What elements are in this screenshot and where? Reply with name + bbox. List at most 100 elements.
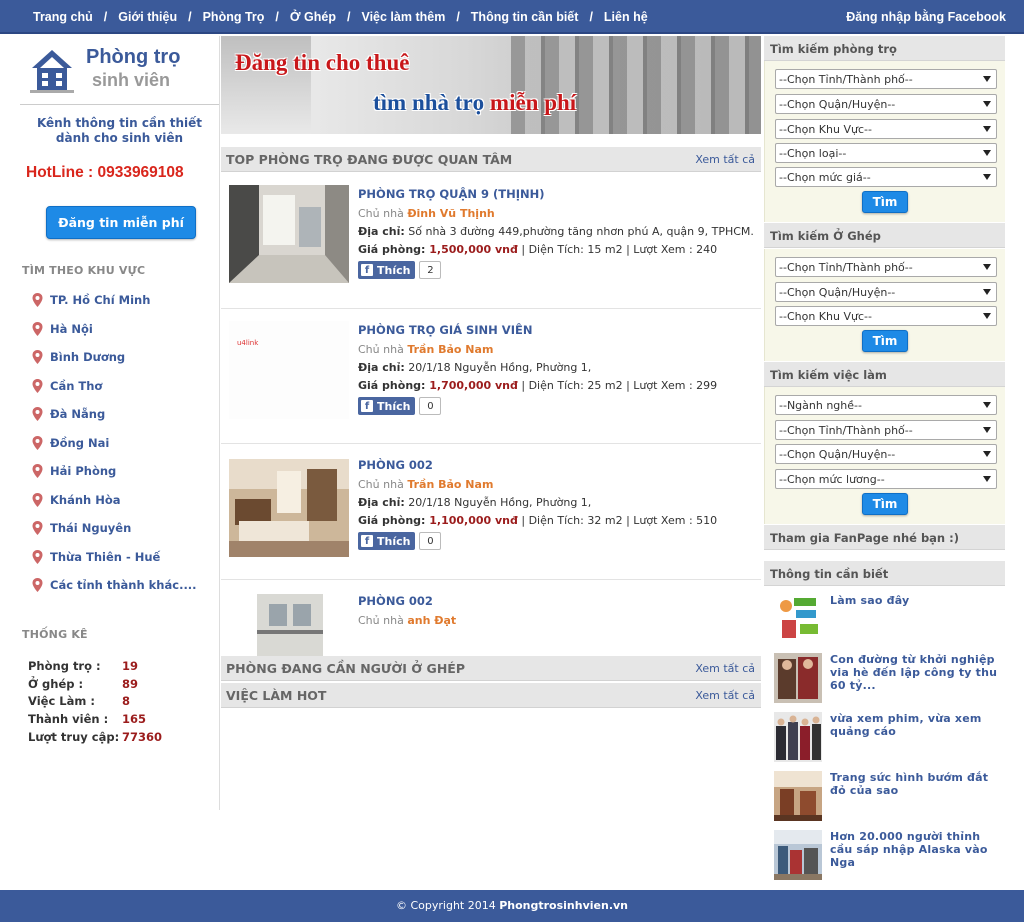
nav-item-roommates[interactable]: Ở Ghép bbox=[279, 10, 347, 24]
tagline-line2: dành cho sinh viên bbox=[55, 131, 184, 145]
address-label: Địa chỉ: bbox=[358, 495, 405, 509]
facebook-icon: f bbox=[361, 535, 373, 548]
news-item[interactable]: vừa xem phim, vừa xem quảng cáo bbox=[774, 712, 999, 764]
province-select[interactable]: --Chọn Tỉnh/Thành phố-- bbox=[775, 420, 997, 440]
news-item[interactable]: Trang sức hình bướm đắt đỏ của sao bbox=[774, 771, 999, 823]
area-list: TP. Hồ Chí Minh Hà Nội Bình Dương Cần Th… bbox=[32, 286, 197, 600]
room-photo bbox=[229, 185, 349, 283]
district-select[interactable]: --Chọn Quận/Huyện-- bbox=[775, 94, 997, 114]
listing-thumbnail[interactable] bbox=[229, 594, 349, 656]
listing-info: PHÒNG TRỌ GIÁ SINH VIÊN Chủ nhà Trần Bảo… bbox=[358, 323, 758, 416]
see-all-link[interactable]: Xem tất cả bbox=[695, 662, 755, 675]
stat-label: Thành viên : bbox=[28, 712, 109, 727]
select-value: --Chọn loại-- bbox=[779, 147, 847, 160]
owner-label: Chủ nhà bbox=[358, 343, 408, 356]
news-item[interactable]: Làm sao đây bbox=[774, 594, 999, 646]
facebook-like-button[interactable]: f Thích bbox=[358, 397, 416, 416]
news-title: vừa xem phim, vừa xem quảng cáo bbox=[830, 712, 982, 738]
price-label: Giá phòng: bbox=[358, 513, 430, 527]
facebook-login-link[interactable]: Đăng nhập bằng Facebook bbox=[846, 0, 1006, 34]
listing-title[interactable]: PHÒNG TRỌ QUẬN 9 (THỊNH) bbox=[358, 187, 758, 207]
area-item-hue[interactable]: Thừa Thiên - Huế bbox=[32, 543, 197, 572]
listing-thumbnail[interactable]: u4link bbox=[229, 321, 349, 419]
nav-item-jobs[interactable]: Việc làm thêm bbox=[350, 10, 456, 24]
news-image bbox=[774, 771, 822, 821]
listing-title[interactable]: PHÒNG TRỌ GIÁ SINH VIÊN bbox=[358, 323, 758, 343]
search-room-button[interactable]: Tìm bbox=[862, 191, 908, 213]
area-item-thainguyen[interactable]: Thái Nguyên bbox=[32, 514, 197, 543]
area-item-khanhhoa[interactable]: Khánh Hòa bbox=[32, 486, 197, 515]
listing-price-line: Giá phòng: 1,700,000 vnđ | Diện Tích: 25… bbox=[358, 379, 758, 397]
post-free-button[interactable]: Đăng tin miễn phí bbox=[46, 206, 196, 239]
see-all-link[interactable]: Xem tất cả bbox=[695, 689, 755, 702]
area-select[interactable]: --Chọn Khu Vực-- bbox=[775, 306, 997, 326]
address-label: Địa chỉ: bbox=[358, 224, 405, 238]
listing-title[interactable]: PHÒNG 002 bbox=[358, 458, 758, 478]
facebook-like-button[interactable]: f Thích bbox=[358, 261, 416, 280]
dropdown-arrow-icon bbox=[983, 427, 991, 433]
nav-item-info[interactable]: Thông tin cần biết bbox=[460, 10, 590, 24]
news-title: Làm sao đây bbox=[830, 594, 910, 607]
listing-thumbnail[interactable] bbox=[229, 185, 349, 283]
price-select[interactable]: --Chọn mức giá-- bbox=[775, 167, 997, 187]
banner-photo-right bbox=[511, 36, 761, 134]
address-value: 20/1/18 Nguyễn Hồng, Phường 1, bbox=[404, 495, 592, 509]
address-value: Số nhà 3 đường 449,phường tăng nhơn phú … bbox=[404, 224, 754, 238]
salary-select[interactable]: --Chọn mức lương-- bbox=[775, 469, 997, 489]
facebook-icon: f bbox=[361, 400, 373, 413]
site-logo[interactable]: Phòng trọ sinh viên bbox=[28, 44, 220, 100]
footer-site-link[interactable]: Phongtrosinhvien.vn bbox=[499, 899, 628, 912]
promo-banner[interactable]: Đăng tin cho thuê tìm nhà trọ miễn phí bbox=[221, 36, 761, 134]
nav-item-about[interactable]: Giới thiệu bbox=[107, 10, 188, 24]
dropdown-arrow-icon bbox=[983, 150, 991, 156]
area-item-haiphong[interactable]: Hải Phòng bbox=[32, 457, 197, 486]
area-item-hanoi[interactable]: Hà Nội bbox=[32, 315, 197, 344]
area-label: Các tỉnh thành khác.... bbox=[50, 578, 197, 593]
industry-select[interactable]: --Ngành nghề-- bbox=[775, 395, 997, 415]
news-item[interactable]: Con đường từ khởi nghiệp via hè đến lập … bbox=[774, 653, 999, 705]
search-room-header: Tìm kiếm phòng trọ bbox=[764, 36, 1005, 61]
district-select[interactable]: --Chọn Quận/Huyện-- bbox=[775, 282, 997, 302]
news-item[interactable]: Hơn 20.000 người thỉnh cầu sáp nhập Alas… bbox=[774, 830, 999, 882]
nav-item-contact[interactable]: Liên hệ bbox=[593, 10, 659, 24]
province-select[interactable]: --Chọn Tỉnh/Thành phố-- bbox=[775, 257, 997, 277]
area-item-cantho[interactable]: Cần Thơ bbox=[32, 372, 197, 401]
province-select[interactable]: --Chọn Tỉnh/Thành phố-- bbox=[775, 69, 997, 89]
area-label: Đà Nẵng bbox=[50, 407, 106, 422]
news-image bbox=[774, 830, 822, 880]
type-select[interactable]: --Chọn loại-- bbox=[775, 143, 997, 163]
site-tagline: Kênh thông tin cần thiết dành cho sinh v… bbox=[20, 116, 219, 146]
like-label: Thích bbox=[377, 263, 411, 277]
dropdown-arrow-icon bbox=[983, 313, 991, 319]
owner-name[interactable]: Trần Bảo Nam bbox=[407, 343, 493, 356]
owner-name[interactable]: anh Đạt bbox=[407, 614, 456, 627]
owner-name[interactable]: Trần Bảo Nam bbox=[407, 478, 493, 491]
jobs-header: VIỆC LÀM HOT Xem tất cả bbox=[221, 683, 761, 708]
address-value: 20/1/18 Nguyễn Hồng, Phường 1, bbox=[404, 360, 592, 374]
area-select[interactable]: --Chọn Khu Vực-- bbox=[775, 119, 997, 139]
area-item-other[interactable]: Các tỉnh thành khác.... bbox=[32, 571, 197, 600]
owner-name[interactable]: Đinh Vũ Thịnh bbox=[407, 207, 494, 220]
hotline-text: HotLine : 0933969108 bbox=[26, 164, 184, 181]
search-roommate-button[interactable]: Tìm bbox=[862, 330, 908, 352]
search-job-button[interactable]: Tìm bbox=[862, 493, 908, 515]
listing-card: PHÒNG 002 Chủ nhà anh Đạt bbox=[221, 580, 761, 656]
area-item-dongnai[interactable]: Đồng Nai bbox=[32, 429, 197, 458]
area-item-danang[interactable]: Đà Nẵng bbox=[32, 400, 197, 429]
nav-item-rooms[interactable]: Phòng Trọ bbox=[192, 10, 276, 24]
nav-item-home[interactable]: Trang chủ bbox=[22, 10, 104, 24]
area-value: 15 m2 bbox=[587, 242, 623, 256]
area-item-binhduong[interactable]: Bình Dương bbox=[32, 343, 197, 372]
listing-title[interactable]: PHÒNG 002 bbox=[358, 594, 758, 614]
listing-thumbnail[interactable] bbox=[229, 459, 349, 557]
district-select[interactable]: --Chọn Quận/Huyện-- bbox=[775, 444, 997, 464]
facebook-like-button[interactable]: f Thích bbox=[358, 532, 416, 551]
views-label: | Lượt Xem : bbox=[622, 513, 697, 527]
area-item-hcm[interactable]: TP. Hồ Chí Minh bbox=[32, 286, 197, 315]
news-header: Thông tin cần biết bbox=[764, 561, 1005, 586]
stat-label: Việc Làm : bbox=[28, 694, 95, 709]
price-label: Giá phòng: bbox=[358, 242, 430, 256]
like-label: Thích bbox=[377, 399, 411, 413]
see-all-link[interactable]: Xem tất cả bbox=[695, 153, 755, 166]
stat-value: 77360 bbox=[122, 730, 163, 745]
